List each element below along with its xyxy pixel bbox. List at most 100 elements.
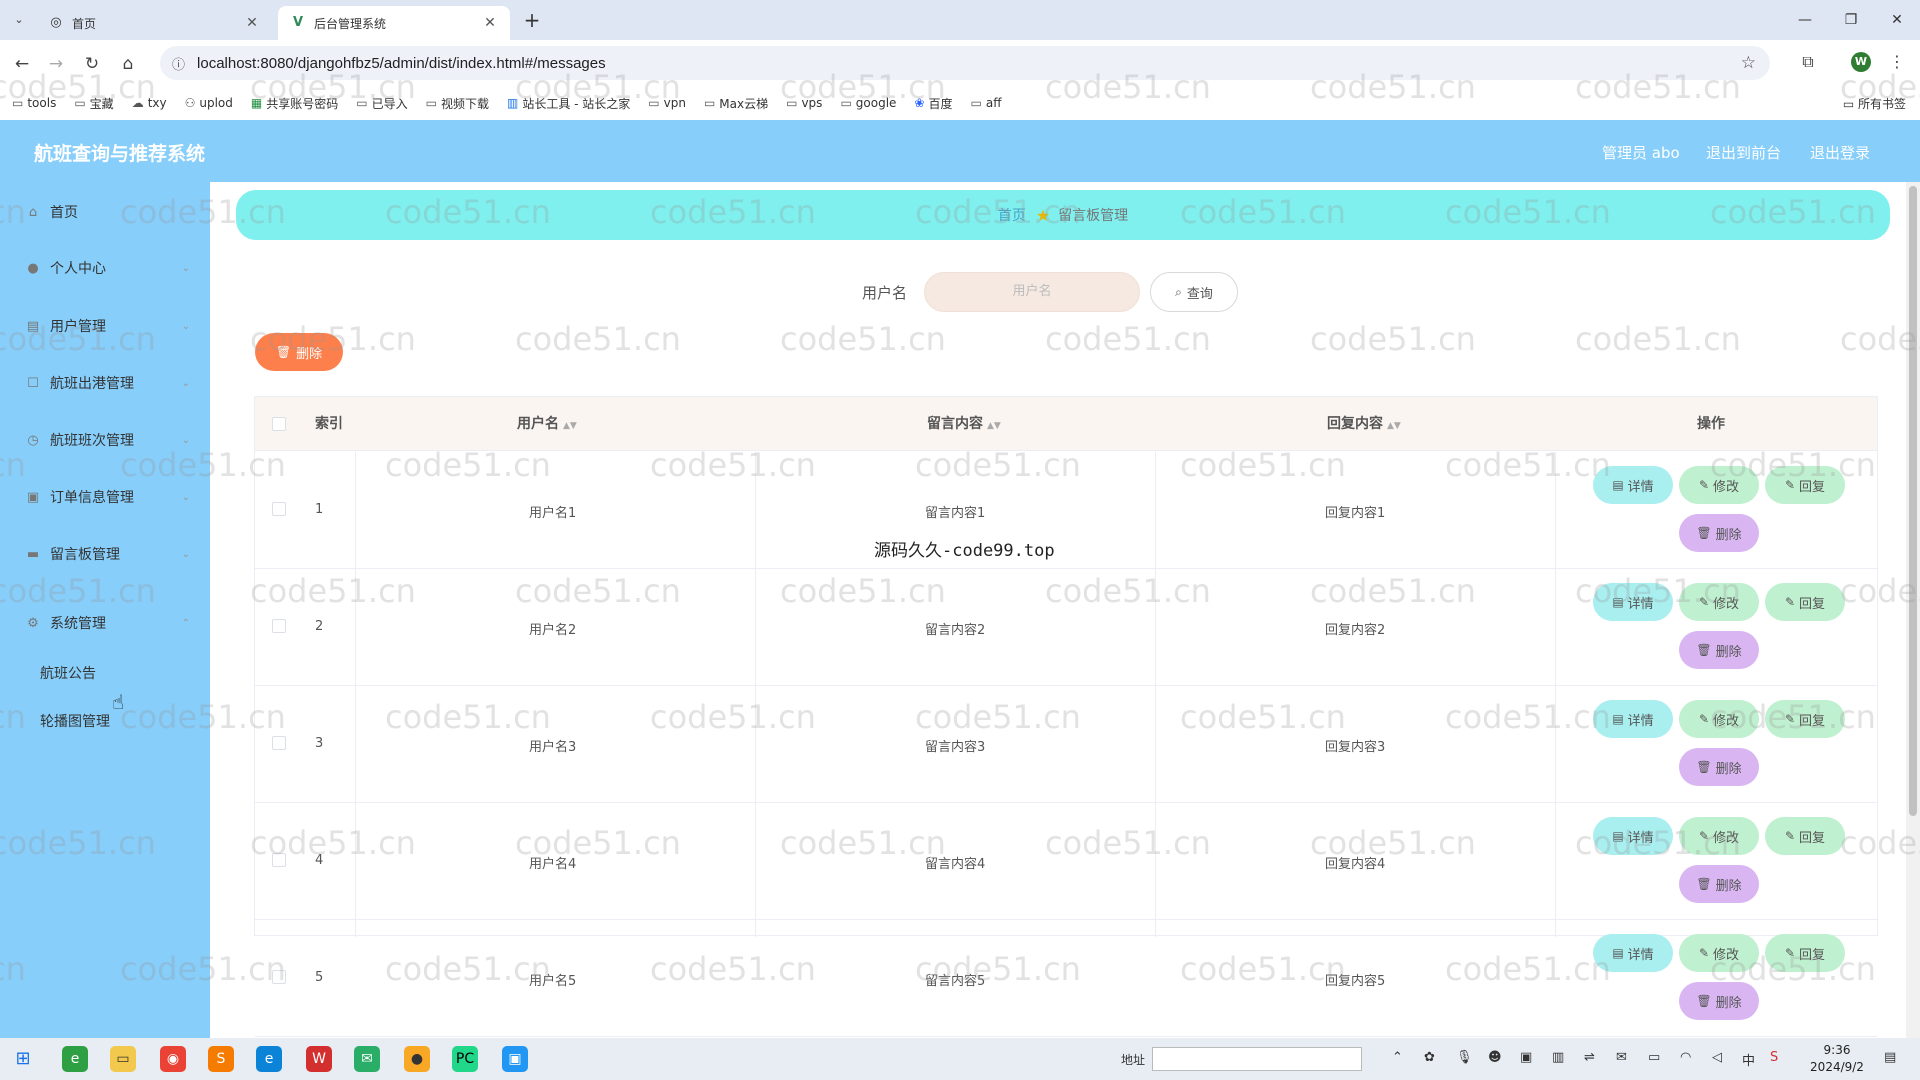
tray-app-icon[interactable]: ⇌: [1584, 1050, 1595, 1065]
bookmark-item[interactable]: ▦ 共享账号密码: [251, 95, 338, 112]
edit-button[interactable]: ✎ 修改: [1679, 817, 1759, 855]
bookmark-item[interactable]: ▭ 视频下载: [426, 95, 489, 112]
bookmark-item[interactable]: ▭ 已导入: [356, 95, 407, 112]
bookmark-item[interactable]: ▭ aff: [971, 96, 1002, 110]
bird-app-icon[interactable]: ●: [404, 1046, 430, 1072]
delete-button[interactable]: 🗑 删除: [1679, 865, 1759, 903]
column-header-username[interactable]: 用户名 ▲▼: [517, 397, 577, 451]
volume-icon[interactable]: ◁: [1712, 1050, 1722, 1065]
exit-to-frontend-link[interactable]: 退出到前台: [1706, 142, 1781, 163]
scrollbar-thumb[interactable]: [1909, 186, 1917, 816]
detail-button[interactable]: ▤ 详情: [1593, 817, 1673, 855]
page-scrollbar[interactable]: [1906, 182, 1920, 1038]
windows-start-icon[interactable]: ⊞: [10, 1046, 36, 1072]
sidebar-item-message-board[interactable]: ▬ 留言板管理 ⌄: [0, 534, 210, 574]
reply-button[interactable]: ✎ 回复: [1765, 817, 1845, 855]
window-close-button[interactable]: ✕: [1882, 10, 1912, 30]
tab-search-icon[interactable]: ⌄: [8, 10, 30, 30]
wechat-icon[interactable]: ✉: [354, 1046, 380, 1072]
site-info-icon[interactable]: ⓘ: [172, 54, 185, 73]
browser-tab-admin[interactable]: V 后台管理系统 ✕: [278, 6, 510, 40]
sort-icon[interactable]: ▲▼: [987, 421, 1001, 431]
logout-link[interactable]: 退出登录: [1810, 142, 1870, 163]
bookmark-item[interactable]: ▭ 宝藏: [74, 95, 113, 112]
row-checkbox[interactable]: [272, 619, 286, 633]
username-search-input[interactable]: 用户名: [924, 272, 1140, 312]
extensions-icon[interactable]: ⧉: [1796, 50, 1820, 74]
bookmark-item[interactable]: ▭ vps: [786, 96, 822, 110]
reply-button[interactable]: ✎ 回复: [1765, 466, 1845, 504]
detail-button[interactable]: ▤ 详情: [1593, 700, 1673, 738]
reply-button[interactable]: ✎ 回复: [1765, 583, 1845, 621]
tray-up-arrow-icon[interactable]: ⌃: [1392, 1050, 1403, 1065]
delete-button[interactable]: 🗑 删除: [1679, 514, 1759, 552]
minimize-button[interactable]: —: [1790, 10, 1820, 30]
edit-button[interactable]: ✎ 修改: [1679, 934, 1759, 972]
bookmark-item[interactable]: ▭ tools: [12, 96, 56, 110]
sort-icon[interactable]: ▲▼: [1387, 421, 1401, 431]
app-icon-green[interactable]: e: [62, 1046, 88, 1072]
edge-icon[interactable]: e: [256, 1046, 282, 1072]
back-icon[interactable]: ←: [10, 52, 34, 76]
microphone-icon[interactable]: 🎙: [1456, 1050, 1473, 1065]
tray-app-icon[interactable]: ▥: [1552, 1050, 1564, 1065]
close-icon[interactable]: ✕: [482, 15, 498, 31]
ime-indicator[interactable]: 中: [1742, 1050, 1755, 1069]
delete-button[interactable]: 🗑 删除: [1679, 748, 1759, 786]
taskbar-clock[interactable]: 9:36 2024/9/2: [1802, 1042, 1872, 1076]
sidebar-item-flight-schedule[interactable]: ◷ 航班班次管理 ⌄: [0, 420, 210, 460]
browser-menu-icon[interactable]: ⋮: [1885, 50, 1909, 74]
column-header-reply[interactable]: 回复内容 ▲▼: [1327, 397, 1401, 451]
wechat-tray-icon[interactable]: ✉: [1616, 1050, 1627, 1065]
app-icon-blue[interactable]: ▣: [502, 1046, 528, 1072]
detail-button[interactable]: ▤ 详情: [1593, 466, 1673, 504]
sogou-icon[interactable]: S: [1770, 1050, 1778, 1065]
bookmark-item[interactable]: ☁ txy: [132, 96, 167, 110]
edit-button[interactable]: ✎ 修改: [1679, 583, 1759, 621]
restore-button[interactable]: ❐: [1836, 10, 1866, 30]
sidebar-item-home[interactable]: ⌂ 首页: [0, 192, 210, 232]
pycharm-icon[interactable]: PC: [452, 1046, 478, 1072]
column-header-message[interactable]: 留言内容 ▲▼: [927, 397, 1001, 451]
wifi-icon[interactable]: ◠: [1680, 1050, 1691, 1065]
tray-app-icon[interactable]: ▣: [1520, 1050, 1532, 1065]
reply-button[interactable]: ✎ 回复: [1765, 700, 1845, 738]
notification-icon[interactable]: ▤: [1884, 1050, 1896, 1065]
bookmark-item[interactable]: ▥ 站长工具 - 站长之家: [507, 95, 630, 112]
all-bookmarks[interactable]: ▭ 所有书签: [1843, 95, 1906, 112]
sidebar-item-personal-center[interactable]: ● 个人中心 ⌄: [0, 248, 210, 288]
sidebar-item-orders[interactable]: ▣ 订单信息管理 ⌄: [0, 477, 210, 517]
bookmark-item[interactable]: ▭ google: [840, 96, 896, 110]
row-checkbox[interactable]: [272, 970, 286, 984]
bookmark-item[interactable]: ▭ vpn: [648, 96, 686, 110]
bulk-delete-button[interactable]: 🗑 删除: [255, 333, 343, 371]
submenu-flight-announcement[interactable]: 航班公告: [40, 663, 96, 683]
sublime-icon[interactable]: S: [208, 1046, 234, 1072]
battery-icon[interactable]: ▭: [1648, 1050, 1660, 1065]
tray-app-icon[interactable]: ☻: [1488, 1050, 1502, 1065]
sidebar-item-user-management[interactable]: ▤ 用户管理 ⌄: [0, 306, 210, 346]
delete-button[interactable]: 🗑 删除: [1679, 982, 1759, 1020]
detail-button[interactable]: ▤ 详情: [1593, 934, 1673, 972]
edit-button[interactable]: ✎ 修改: [1679, 466, 1759, 504]
new-tab-button[interactable]: +: [520, 8, 544, 32]
edit-button[interactable]: ✎ 修改: [1679, 700, 1759, 738]
file-explorer-icon[interactable]: ▭: [110, 1046, 136, 1072]
select-all-checkbox[interactable]: [272, 417, 286, 431]
breadcrumb-home-link[interactable]: 首页: [998, 205, 1026, 225]
sidebar-item-system[interactable]: ⚙ 系统管理 ⌃: [0, 603, 210, 643]
delete-button[interactable]: 🗑 删除: [1679, 631, 1759, 669]
url-field[interactable]: ⓘ localhost:8080/djangohfbz5/admin/dist/…: [160, 46, 1770, 80]
home-icon[interactable]: ⌂: [116, 52, 140, 76]
taskbar-address-input[interactable]: [1152, 1047, 1362, 1071]
reload-icon[interactable]: ↻: [80, 52, 104, 76]
search-button[interactable]: ⌕ 查询: [1150, 272, 1238, 312]
row-checkbox[interactable]: [272, 502, 286, 516]
close-icon[interactable]: ✕: [244, 15, 260, 31]
row-checkbox[interactable]: [272, 853, 286, 867]
bookmark-item[interactable]: ❀ 百度: [914, 95, 952, 112]
profile-avatar[interactable]: W: [1851, 52, 1871, 72]
submenu-carousel-management[interactable]: 轮播图管理: [40, 711, 110, 731]
chrome-icon[interactable]: ◉: [160, 1046, 186, 1072]
detail-button[interactable]: ▤ 详情: [1593, 583, 1673, 621]
